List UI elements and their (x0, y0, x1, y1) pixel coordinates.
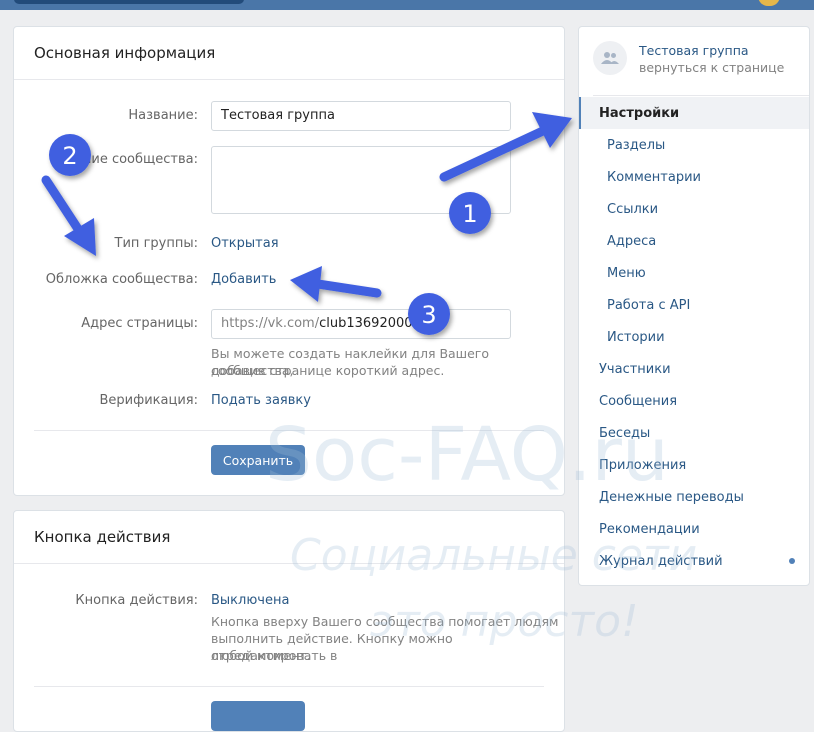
back-to-page-link[interactable]: вернуться к странице (639, 60, 784, 75)
sidebar-item-8[interactable]: Участники (579, 353, 809, 385)
sidebar-item-label: Работа с API (607, 297, 691, 313)
group-type-label: Тип группы: (114, 236, 198, 251)
card-title: Кнопка действия (14, 511, 564, 564)
sidebar-item-6[interactable]: Работа с API (579, 289, 809, 321)
main-info-card: Основная информация Название: Тестовая г… (13, 26, 565, 496)
top-header-bar (0, 0, 814, 10)
sidebar-item-1[interactable]: Разделы (579, 129, 809, 161)
address-input[interactable]: https://vk.com/club136920006 (211, 309, 511, 339)
sidebar-item-label: Журнал действий (599, 553, 723, 569)
sidebar-item-0[interactable]: Настройки (579, 97, 809, 129)
sidebar-divider (593, 95, 809, 96)
sidebar-item-label: Ссылки (607, 201, 659, 217)
name-input-value: Тестовая группа (221, 108, 335, 123)
group-header[interactable]: Тестовая группа вернуться к странице (579, 27, 808, 95)
cover-add-link[interactable]: Добавить (211, 272, 276, 287)
sidebar-item-label: Комментарии (607, 169, 701, 185)
sidebar-item-7[interactable]: Истории (579, 321, 809, 353)
unread-dot-icon (789, 558, 795, 564)
verification-apply-link[interactable]: Подать заявку (211, 393, 311, 408)
name-input[interactable]: Тестовая группа (211, 101, 511, 131)
sidebar-item-9[interactable]: Сообщения (579, 385, 809, 417)
description-label: ание сообщества: (74, 152, 198, 167)
sidebar-item-label: Адреса (607, 233, 657, 249)
sidebar-item-label: Разделы (607, 137, 666, 153)
sidebar-item-label: Участники (599, 361, 671, 377)
description-textarea[interactable] (211, 146, 511, 214)
group-icon (601, 52, 619, 64)
sidebar-item-14[interactable]: Журнал действий (579, 545, 809, 577)
sidebar-item-label: Истории (607, 329, 665, 345)
sidebar-item-label: Рекомендации (599, 521, 700, 537)
sidebar-item-label: Беседы (599, 425, 651, 441)
verification-label: Верификация: (99, 393, 199, 408)
sidebar-item-2[interactable]: Комментарии (579, 161, 809, 193)
sidebar-item-label: Денежные переводы (599, 489, 744, 505)
action-hint-line-1: Кнопка вверху Вашего сообщества помогает… (211, 614, 559, 629)
group-avatar (593, 41, 627, 75)
address-hint-line-2: добавив странице короткий адрес. (211, 363, 445, 378)
action-button-label: Кнопка действия: (75, 593, 198, 608)
cover-label: Обложка сообщества: (45, 272, 198, 287)
sidebar-item-12[interactable]: Денежные переводы (579, 481, 809, 513)
address-value: club136920006 (319, 316, 421, 331)
card-title: Основная информация (14, 27, 564, 80)
action-button-status-link[interactable]: Выключена (211, 593, 289, 608)
sidebar-item-label: Приложения (599, 457, 687, 473)
action-save-button[interactable] (211, 701, 305, 731)
sidebar-item-label: Сообщения (599, 393, 678, 409)
sidebar-item-13[interactable]: Рекомендации (579, 513, 809, 545)
action-button-card: Кнопка действия Кнопка действия: Выключе… (13, 510, 565, 732)
sidebar-item-3[interactable]: Ссылки (579, 193, 809, 225)
action-divider (34, 686, 544, 687)
sidebar-item-label: Меню (607, 265, 646, 281)
sidebar-item-4[interactable]: Адреса (579, 225, 809, 257)
name-label: Название: (128, 108, 198, 123)
action-hint-line-3: любой момент. (211, 648, 311, 663)
sidebar-item-11[interactable]: Приложения (579, 449, 809, 481)
form-divider (34, 430, 544, 431)
user-avatar[interactable] (758, 0, 780, 6)
group-type-link[interactable]: Открытая (211, 236, 279, 251)
sidebar-item-label: Настройки (599, 105, 680, 121)
address-label: Адрес страницы: (81, 316, 198, 331)
group-name: Тестовая группа (639, 43, 749, 58)
sidebar-item-5[interactable]: Меню (579, 257, 809, 289)
sidebar-item-10[interactable]: Беседы (579, 417, 809, 449)
header-search-field[interactable] (14, 0, 244, 4)
address-prefix: https://vk.com/ (221, 316, 320, 331)
settings-sidebar: Тестовая группа вернуться к странице Нас… (578, 26, 810, 586)
save-button[interactable]: Сохранить (211, 445, 305, 475)
